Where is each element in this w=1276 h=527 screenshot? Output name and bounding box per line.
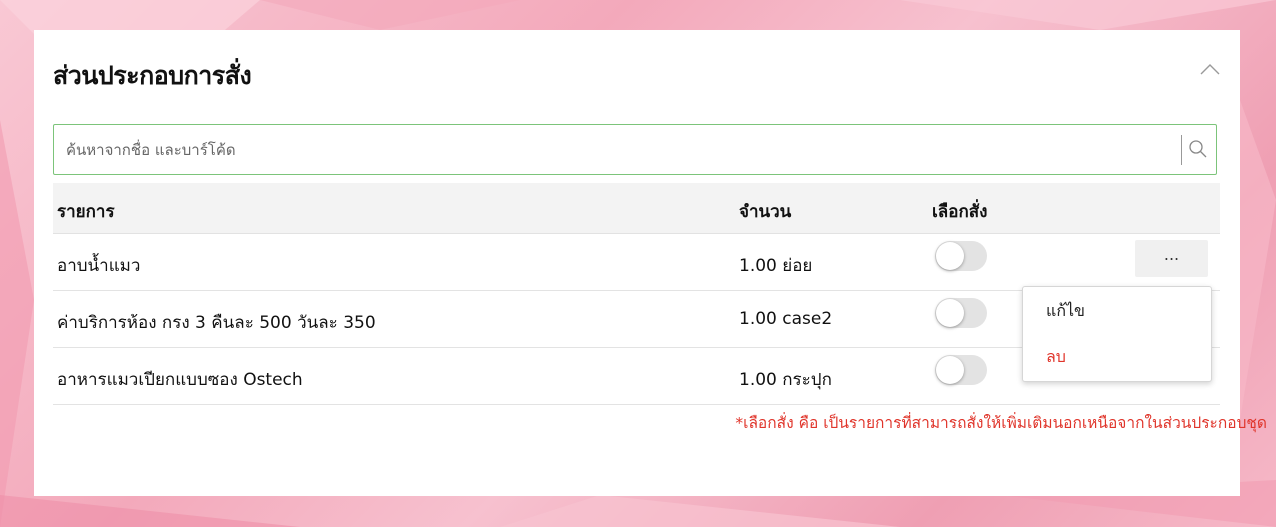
menu-item-edit[interactable]: แก้ไข (1046, 299, 1085, 324)
item-quantity: 1.00 กระปุก (739, 370, 832, 390)
item-quantity: 1.00 case2 (739, 309, 833, 329)
optional-footnote: *เลือกสั่ง คือ เป็นรายการที่สามารถสั่งให… (735, 414, 1267, 432)
toggle-knob (936, 299, 964, 327)
column-header-item: รายการ (57, 202, 115, 222)
chevron-up-icon (1200, 64, 1220, 75)
table-header: รายการ จำนวน เลือกสั่ง (53, 183, 1220, 234)
table-row: อาบน้ำแมว 1.00 ย่อย ... (53, 234, 1220, 291)
more-options-button[interactable]: ... (1135, 240, 1208, 277)
optional-toggle[interactable] (935, 241, 987, 271)
item-quantity: 1.00 ย่อย (739, 256, 813, 276)
menu-item-delete[interactable]: ลบ (1046, 345, 1066, 370)
optional-toggle[interactable] (935, 298, 987, 328)
panel-title: ส่วนประกอบการสั่ง (53, 61, 252, 90)
search-icon (1189, 140, 1207, 158)
search-divider (1181, 135, 1182, 165)
item-name: อาหารแมวเปียกแบบซอง Ostech (57, 370, 303, 390)
search-input[interactable] (64, 125, 1168, 175)
item-name: ค่าบริการห้อง กรง 3 คืนละ 500 วันละ 350 (57, 313, 376, 333)
toggle-knob (936, 356, 964, 384)
column-header-quantity: จำนวน (739, 202, 792, 222)
search-button[interactable] (1188, 139, 1208, 159)
row-context-menu: แก้ไข ลบ (1022, 286, 1212, 382)
optional-toggle[interactable] (935, 355, 987, 385)
column-header-optional: เลือกสั่ง (932, 202, 988, 222)
search-box (53, 124, 1217, 175)
item-name: อาบน้ำแมว (57, 256, 141, 276)
toggle-knob (936, 242, 964, 270)
collapse-button[interactable] (1198, 60, 1222, 80)
